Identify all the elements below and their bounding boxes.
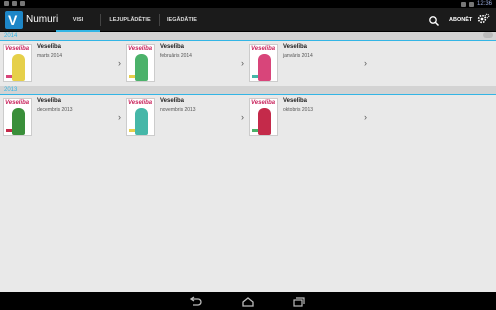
cover-masthead: Veselība (5, 46, 30, 52)
chevron-right-icon: › (241, 58, 244, 68)
notification-icon (4, 1, 9, 6)
status-time: 12:36 (476, 1, 492, 7)
search-icon[interactable] (428, 14, 440, 27)
app-title: Numuri (26, 14, 59, 25)
issue-item[interactable]: Veselība Veselība novembris 2013 › (126, 98, 246, 142)
chevron-right-icon: › (118, 112, 121, 122)
issue-title: Veselība (160, 44, 185, 50)
battery-icon (468, 1, 474, 7)
status-bar: 12:36 (0, 0, 496, 8)
cover-masthead: Veselība (251, 100, 276, 106)
issue-cover-image: Veselība (126, 98, 155, 136)
cover-masthead: Veselība (128, 100, 153, 106)
subscribe-button[interactable]: ABONĒT (446, 14, 475, 26)
chevron-right-icon: › (241, 112, 244, 122)
notification-icon (12, 1, 17, 6)
issue-item[interactable]: Veselība Veselība marts 2014 › (3, 44, 123, 88)
issue-title: Veselība (160, 98, 185, 104)
action-bar: Numuri VISI LEJUPLĀDĒTIE IEGĀDĀTIE ABONĒ… (0, 8, 496, 32)
issue-cover-image: Veselība (3, 44, 32, 82)
issue-item[interactable]: Veselība Veselība janvāris 2014 › (249, 44, 369, 88)
issue-date: janvāris 2014 (283, 53, 313, 59)
tab-bar: VISI LEJUPLĀDĒTIE IEGĀDĀTIE (56, 8, 204, 32)
issue-title: Veselība (283, 98, 308, 104)
chevron-right-icon: › (118, 58, 121, 68)
issue-date: decembris 2013 (37, 107, 73, 113)
issue-item[interactable]: Veselība Veselība oktobris 2013 › (249, 98, 369, 142)
tab-downloaded[interactable]: LEJUPLĀDĒTIE (101, 8, 159, 32)
issue-title: Veselība (37, 98, 62, 104)
chevron-right-icon: › (364, 112, 367, 122)
tab-all[interactable]: VISI (56, 8, 100, 32)
wifi-icon (460, 1, 466, 7)
section-header-2014: 2014 (0, 32, 496, 41)
issue-cover-image: Veselība (3, 98, 32, 136)
issue-title: Veselība (283, 44, 308, 50)
notification-icon (20, 1, 25, 6)
issue-date: februāris 2014 (160, 53, 192, 59)
navigation-bar (0, 292, 496, 310)
cover-masthead: Veselība (128, 46, 153, 52)
scrollbar[interactable] (483, 32, 493, 38)
section-year: 2014 (4, 33, 18, 39)
cover-masthead: Veselība (251, 46, 276, 52)
gear-icon[interactable] (476, 12, 490, 26)
tab-purchased[interactable]: IEGĀDĀTIE (160, 8, 204, 32)
issues-list[interactable]: 2014 Veselība Veselība marts 2014 › Vese… (0, 32, 496, 292)
issue-date: novembris 2013 (160, 107, 196, 113)
cover-masthead: Veselība (5, 100, 30, 106)
back-icon[interactable] (188, 295, 202, 307)
issue-item[interactable]: Veselība Veselība decembris 2013 › (3, 98, 123, 142)
recent-apps-icon[interactable] (292, 295, 306, 307)
issue-date: oktobris 2013 (283, 107, 314, 113)
issue-cover-image: Veselība (126, 44, 155, 82)
section-year: 2013 (4, 87, 18, 93)
issue-cover-image: Veselība (249, 98, 278, 136)
issue-cover-image: Veselība (249, 44, 278, 82)
issue-date: marts 2014 (37, 53, 63, 59)
issue-title: Veselība (37, 44, 62, 50)
section-header-2013: 2013 (0, 86, 496, 95)
issue-item[interactable]: Veselība Veselība februāris 2014 › (126, 44, 246, 88)
app-logo-icon[interactable] (5, 11, 23, 29)
chevron-right-icon: › (364, 58, 367, 68)
home-icon[interactable] (241, 295, 255, 307)
